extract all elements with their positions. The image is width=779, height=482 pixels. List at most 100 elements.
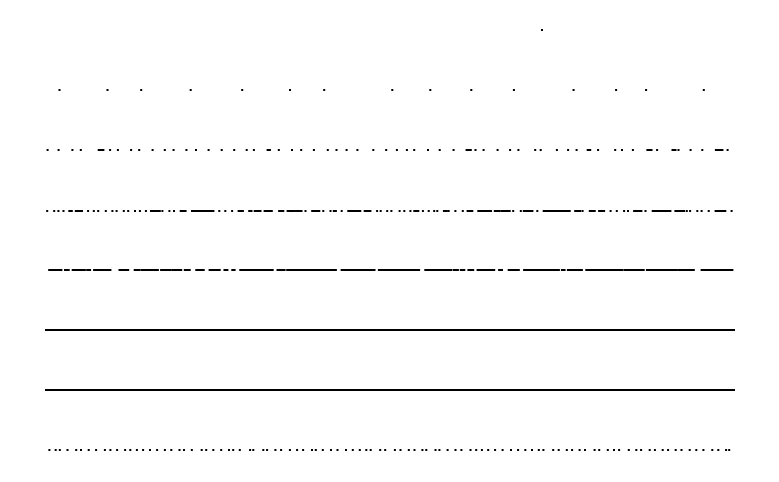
dot-mark: [232, 449, 235, 451]
dot-mark: [494, 449, 497, 451]
dot-mark: [358, 449, 361, 451]
dash-mark: [332, 210, 337, 212]
dot-mark: [190, 449, 193, 451]
dot-mark: [627, 449, 630, 451]
dot-mark: [183, 449, 185, 451]
dot-mark: [330, 449, 332, 451]
dot-mark: [48, 449, 51, 451]
dash-mark: [490, 269, 496, 271]
dot-mark: [161, 210, 164, 212]
dot-mark: [452, 149, 455, 151]
dot-mark: [379, 449, 382, 451]
dot-mark: [87, 449, 90, 451]
dot-mark: [575, 149, 578, 151]
dash-mark: [183, 269, 191, 271]
dot-mark: [567, 149, 570, 151]
dot-mark: [323, 89, 326, 91]
dash-mark: [86, 269, 92, 271]
dash-mark: [667, 269, 678, 271]
dash-mark: [477, 210, 485, 212]
dot-mark: [584, 449, 586, 451]
dot-mark: [173, 210, 175, 212]
dash-mark: [152, 269, 159, 271]
dot-mark: [386, 210, 389, 212]
dot-mark: [512, 210, 515, 212]
dot-mark: [220, 149, 223, 151]
dash-mark: [353, 269, 366, 271]
dot-mark: [409, 210, 412, 212]
dot-mark: [593, 449, 596, 451]
dot-mark: [413, 149, 416, 151]
dash-mark: [78, 269, 86, 271]
dot-mark: [345, 149, 348, 151]
dot-mark: [519, 210, 522, 212]
dot-mark: [270, 210, 273, 212]
dot-mark: [372, 149, 375, 151]
dash-mark: [428, 269, 438, 271]
dot-mark: [427, 210, 430, 212]
dot-mark: [300, 149, 303, 151]
dot-mark: [58, 89, 61, 91]
dot-mark: [399, 449, 402, 451]
dot-mark: [109, 149, 112, 151]
dot-mark: [163, 449, 166, 451]
dash-mark: [175, 269, 180, 271]
dash-mark: [133, 269, 141, 271]
dash-mark: [459, 269, 466, 271]
dot-mark: [266, 449, 269, 451]
dot-mark: [461, 210, 464, 212]
dot-mark: [638, 210, 641, 212]
dash-mark: [415, 269, 421, 271]
dot-mark: [376, 210, 379, 212]
dot-mark: [618, 449, 621, 451]
dot-mark: [552, 449, 555, 451]
row-1: [541, 29, 543, 31]
dot-mark: [707, 210, 710, 212]
dot-mark: [390, 210, 393, 212]
dot-mark: [537, 449, 540, 451]
dot-mark: [700, 210, 703, 212]
dot-mark: [702, 449, 705, 451]
dash-mark: [677, 269, 683, 271]
dot-mark: [385, 149, 388, 151]
dot-mark: [172, 149, 175, 151]
dot-mark: [340, 210, 343, 212]
dot-mark: [568, 210, 571, 212]
dot-mark: [262, 449, 265, 451]
dot-mark: [304, 210, 307, 212]
dot-mark: [195, 149, 197, 151]
dash-mark: [522, 210, 533, 212]
dot-mark: [571, 449, 574, 451]
dot-mark: [395, 149, 398, 151]
dash-mark: [467, 269, 475, 271]
dot-mark: [356, 149, 359, 151]
dash-mark: [322, 269, 331, 271]
dash-mark: [97, 149, 105, 151]
dash-mark: [728, 269, 734, 271]
dot-mark: [603, 210, 606, 212]
dot-mark: [104, 210, 107, 212]
dot-mark: [644, 210, 647, 212]
dash-mark: [633, 210, 643, 212]
dash-mark: [671, 149, 677, 151]
dot-mark: [281, 210, 284, 212]
dot-mark: [71, 149, 74, 151]
dash-mark: [593, 269, 601, 271]
dot-mark: [122, 210, 125, 212]
dot-mark: [134, 210, 136, 212]
dot-mark: [724, 210, 727, 212]
dot-mark: [245, 149, 248, 151]
dot-mark: [314, 449, 317, 451]
dot-mark: [674, 449, 677, 451]
dot-mark: [318, 210, 321, 212]
dot-mark: [233, 149, 236, 151]
dot-mark: [454, 210, 457, 212]
dot-mark: [726, 149, 729, 151]
dot-mark: [124, 449, 127, 451]
dash-mark: [635, 269, 641, 271]
dot-mark: [289, 89, 291, 91]
dot-mark: [434, 449, 437, 451]
dot-mark: [542, 449, 545, 451]
dot-mark: [322, 210, 325, 212]
dot-mark: [510, 449, 512, 451]
